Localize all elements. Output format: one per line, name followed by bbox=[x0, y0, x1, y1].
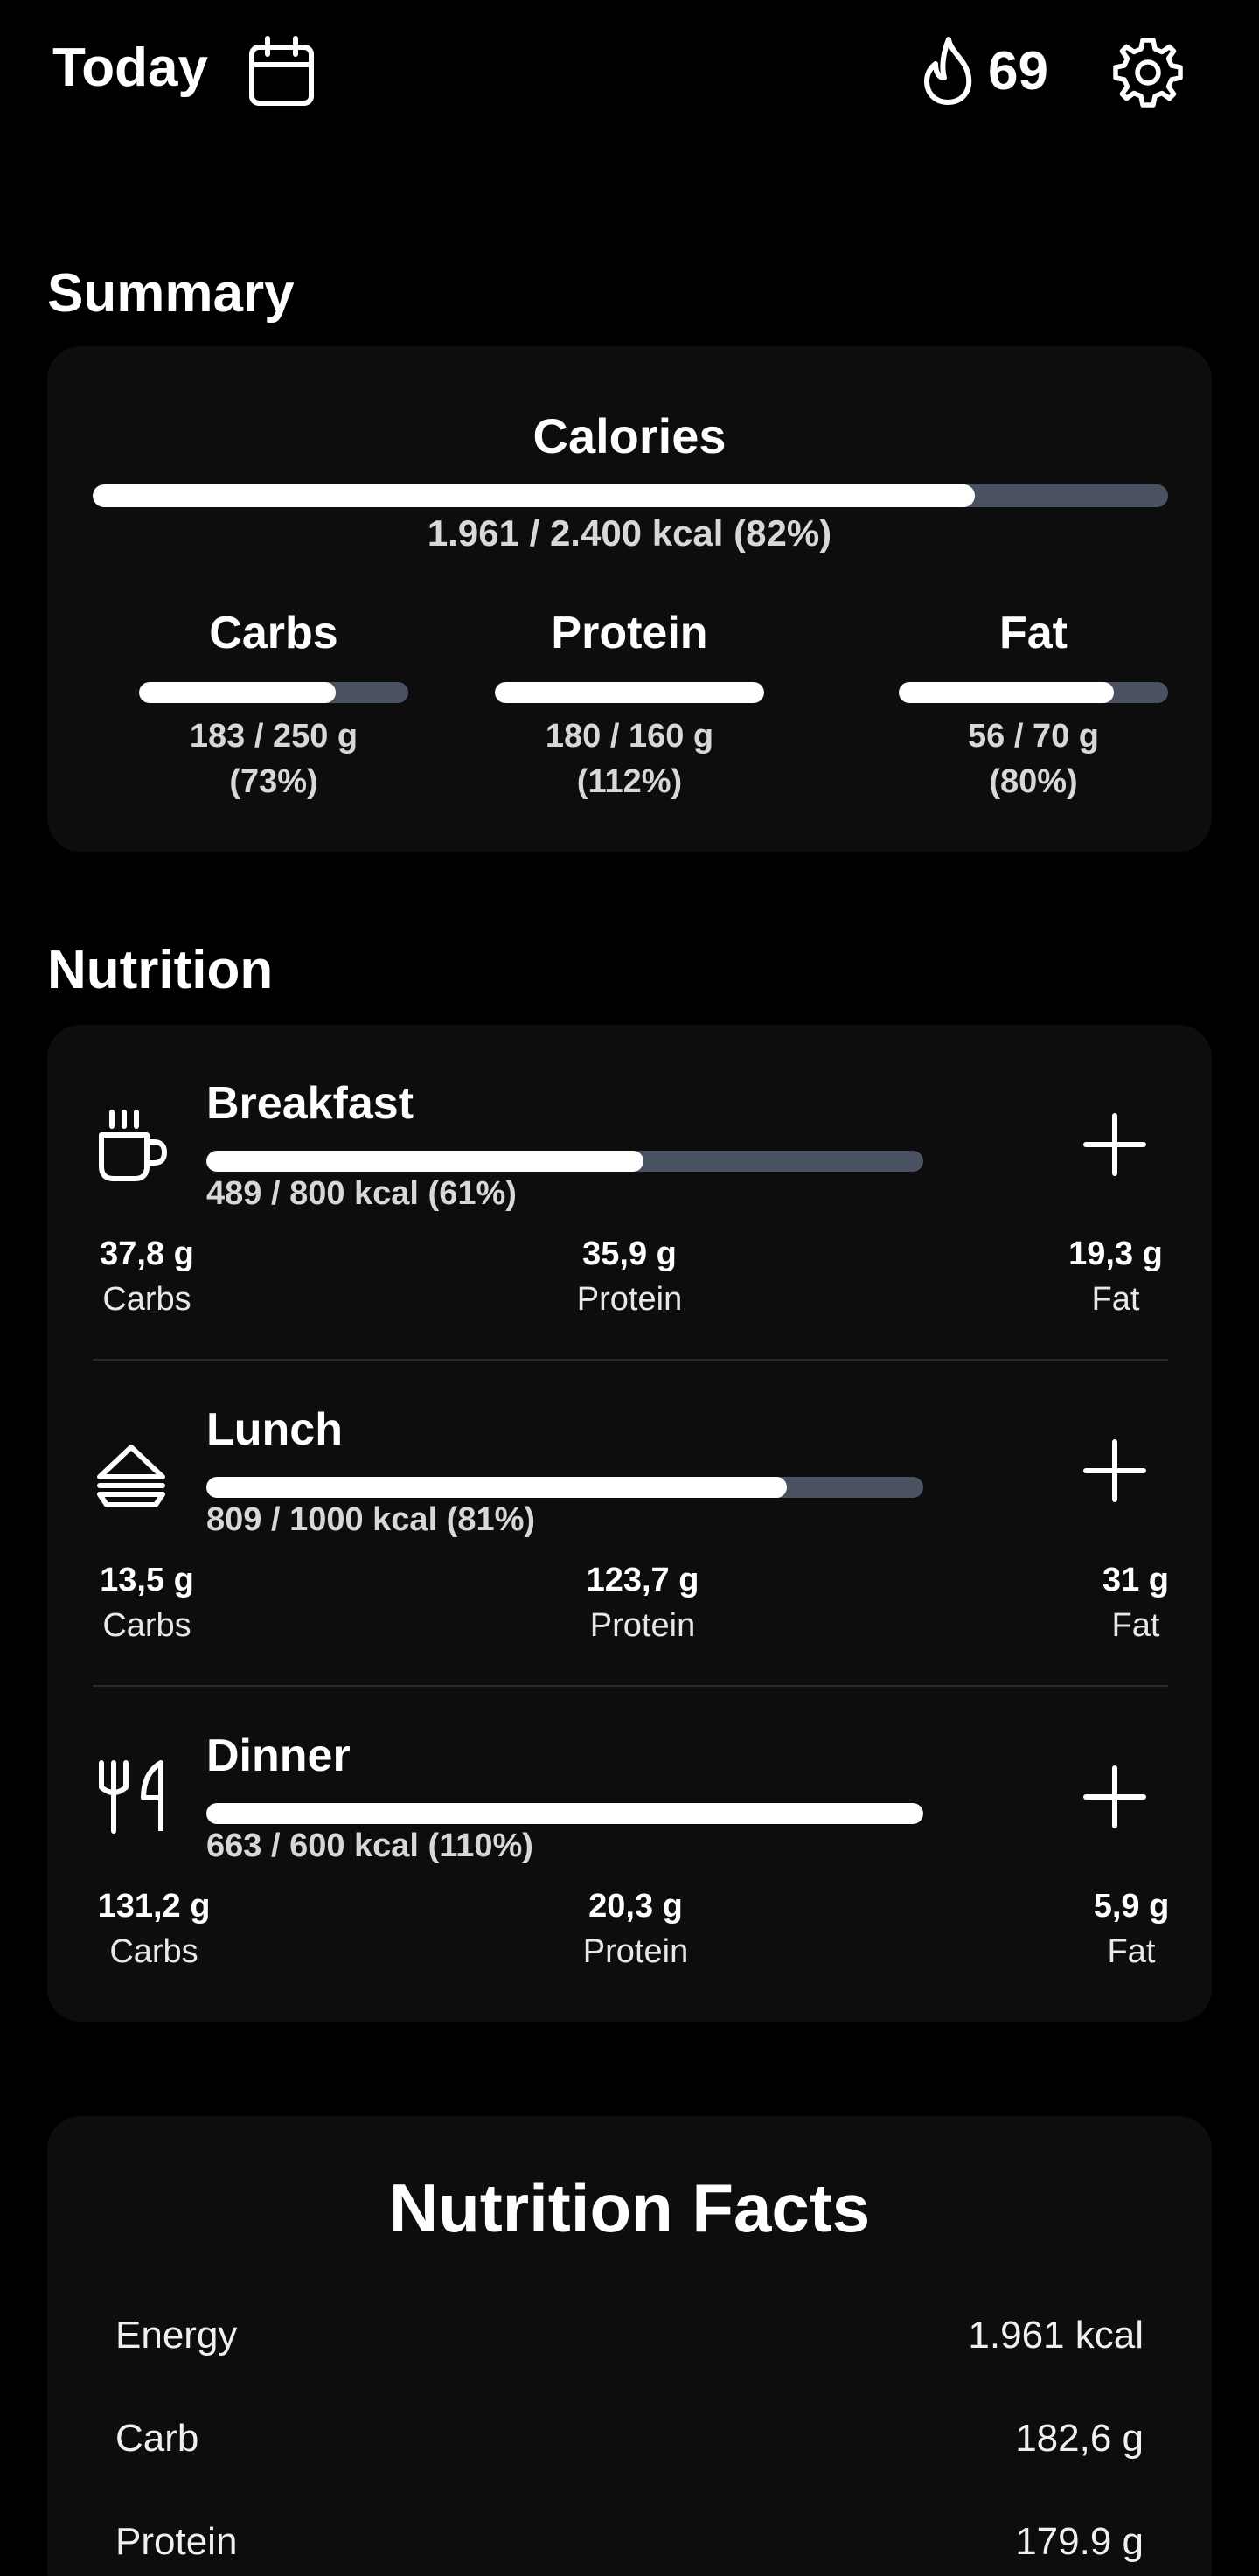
streak-count: 69 bbox=[988, 40, 1048, 101]
macro-percent: (73%) bbox=[229, 763, 318, 800]
stat-value: 35,9 g bbox=[582, 1236, 677, 1272]
meal-dinner[interactable]: Dinner 663 / 600 kcal (110%) 131,2 g Car… bbox=[47, 1677, 1212, 2002]
today-screen: Today 69 Summary Calories 1.961 / 2.400 … bbox=[0, 0, 1259, 2576]
nutrition-card: Breakfast 489 / 800 kcal (61%) 37,8 g Ca… bbox=[47, 1025, 1212, 2022]
fact-label: Protein bbox=[115, 2520, 238, 2563]
coffee-cup-icon bbox=[99, 1110, 168, 1181]
summary-heading: Summary bbox=[47, 263, 295, 324]
stat-value: 131,2 g bbox=[97, 1888, 211, 1925]
page-title: Today bbox=[52, 38, 208, 98]
meal-breakfast[interactable]: Breakfast 489 / 800 kcal (61%) 37,8 g Ca… bbox=[47, 1025, 1212, 1350]
fat-summary: Fat 56 / 70 g (80%) bbox=[898, 607, 1169, 804]
stat-label: Fat bbox=[1107, 1933, 1156, 1970]
macro-amount: 180 / 160 g bbox=[545, 718, 714, 755]
stat-label: Fat bbox=[1091, 1281, 1140, 1318]
calories-progress-bar bbox=[93, 484, 1168, 507]
carbs-progress-fill bbox=[139, 682, 336, 703]
breakfast-protein: 35,9 g Protein bbox=[560, 1231, 699, 1322]
fact-row-protein: Protein 179.9 g bbox=[115, 2520, 1144, 2573]
stat-value: 5,9 g bbox=[1093, 1888, 1170, 1925]
streak-counter[interactable]: 69 bbox=[918, 33, 1048, 108]
breakfast-progress-bar bbox=[206, 1151, 923, 1172]
stat-value: 37,8 g bbox=[100, 1236, 194, 1272]
meal-kcal: 809 / 1000 kcal (81%) bbox=[206, 1501, 536, 1538]
stat-value: 19,3 g bbox=[1068, 1236, 1163, 1272]
stat-value: 123,7 g bbox=[586, 1562, 699, 1598]
fact-label: Carb bbox=[115, 2417, 199, 2460]
dinner-fat: 5,9 g Fat bbox=[1079, 1883, 1184, 1974]
stat-label: Protein bbox=[576, 1281, 683, 1318]
lunch-progress-fill bbox=[206, 1477, 788, 1498]
stat-label: Carbs bbox=[109, 1933, 198, 1970]
fat-progress-bar bbox=[899, 682, 1168, 703]
fact-row-carb: Carb 182,6 g bbox=[115, 2417, 1144, 2469]
calendar-icon[interactable] bbox=[247, 35, 316, 108]
fact-value: 1.961 kcal bbox=[968, 2314, 1144, 2357]
macro-title: Protein bbox=[551, 608, 708, 658]
fat-progress-fill bbox=[899, 682, 1115, 703]
carbs-summary: Carbs 183 / 250 g (73%) bbox=[138, 607, 409, 804]
lunch-progress-bar bbox=[206, 1477, 923, 1498]
meal-name: Breakfast bbox=[206, 1078, 414, 1129]
calories-title: Calories bbox=[532, 408, 727, 463]
stat-label: Protein bbox=[582, 1933, 689, 1970]
protein-progress-fill bbox=[495, 682, 764, 703]
fact-value: 179.9 g bbox=[1015, 2520, 1144, 2563]
add-dinner-button[interactable] bbox=[1075, 1758, 1154, 1836]
flame-icon bbox=[924, 37, 972, 105]
nutrition-facts-card[interactable]: Nutrition Facts Energy 1.961 kcal Carb 1… bbox=[47, 2116, 1212, 2576]
macro-title: Fat bbox=[999, 608, 1068, 658]
breakfast-progress-fill bbox=[206, 1151, 644, 1172]
meal-kcal: 663 / 600 kcal (110%) bbox=[206, 1828, 533, 1864]
stat-label: Protein bbox=[589, 1607, 696, 1644]
fact-label: Energy bbox=[115, 2314, 238, 2357]
lunch-fat: 31 g Fat bbox=[1088, 1557, 1184, 1648]
cutlery-icon bbox=[99, 1760, 163, 1834]
add-lunch-button[interactable] bbox=[1075, 1431, 1154, 1510]
meal-lunch[interactable]: Lunch 809 / 1000 kcal (81%) 13,5 g Carbs… bbox=[47, 1351, 1212, 1676]
dinner-progress-fill bbox=[206, 1803, 923, 1824]
fact-row-energy: Energy 1.961 kcal bbox=[115, 2314, 1144, 2366]
lunch-carbs: 13,5 g Carbs bbox=[93, 1557, 201, 1648]
dinner-carbs: 131,2 g Carbs bbox=[93, 1883, 215, 1974]
stat-label: Carbs bbox=[102, 1607, 191, 1644]
meal-name: Dinner bbox=[206, 1730, 351, 1781]
dinner-progress-bar bbox=[206, 1803, 923, 1824]
macro-amount: 183 / 250 g bbox=[189, 718, 358, 755]
calories-progress-fill bbox=[93, 484, 975, 507]
calories-text: 1.961 / 2.400 kcal (82%) bbox=[427, 512, 832, 553]
breakfast-carbs: 37,8 g Carbs bbox=[93, 1231, 201, 1322]
macro-amount: 56 / 70 g bbox=[968, 718, 1099, 755]
lunch-protein: 123,7 g Protein bbox=[560, 1557, 726, 1648]
protein-progress-bar bbox=[495, 682, 764, 703]
breakfast-fat: 19,3 g Fat bbox=[1061, 1231, 1170, 1322]
meal-kcal: 489 / 800 kcal (61%) bbox=[206, 1175, 517, 1212]
dinner-protein: 20,3 g Protein bbox=[566, 1883, 706, 1974]
nutrition-heading: Nutrition bbox=[47, 940, 274, 1000]
stat-value: 20,3 g bbox=[588, 1888, 683, 1925]
stat-value: 31 g bbox=[1102, 1562, 1170, 1598]
macro-percent: (80%) bbox=[989, 763, 1078, 800]
macro-percent: (112%) bbox=[576, 763, 683, 800]
fact-value: 182,6 g bbox=[1015, 2417, 1144, 2460]
meal-name: Lunch bbox=[206, 1404, 343, 1455]
nutrition-facts-title: Nutrition Facts bbox=[388, 2169, 871, 2246]
stat-label: Fat bbox=[1111, 1607, 1160, 1644]
macro-title: Carbs bbox=[209, 608, 338, 658]
gear-icon[interactable] bbox=[1110, 35, 1186, 110]
stat-value: 13,5 g bbox=[100, 1562, 194, 1598]
carbs-progress-bar bbox=[139, 682, 408, 703]
sandwich-icon bbox=[97, 1445, 165, 1507]
add-breakfast-button[interactable] bbox=[1075, 1105, 1154, 1184]
summary-card[interactable]: Calories 1.961 / 2.400 kcal (82%) Carbs … bbox=[47, 346, 1212, 852]
stat-label: Carbs bbox=[102, 1281, 191, 1318]
protein-summary: Protein 180 / 160 g (112%) bbox=[494, 607, 765, 804]
top-bar: Today 69 bbox=[0, 0, 1259, 149]
